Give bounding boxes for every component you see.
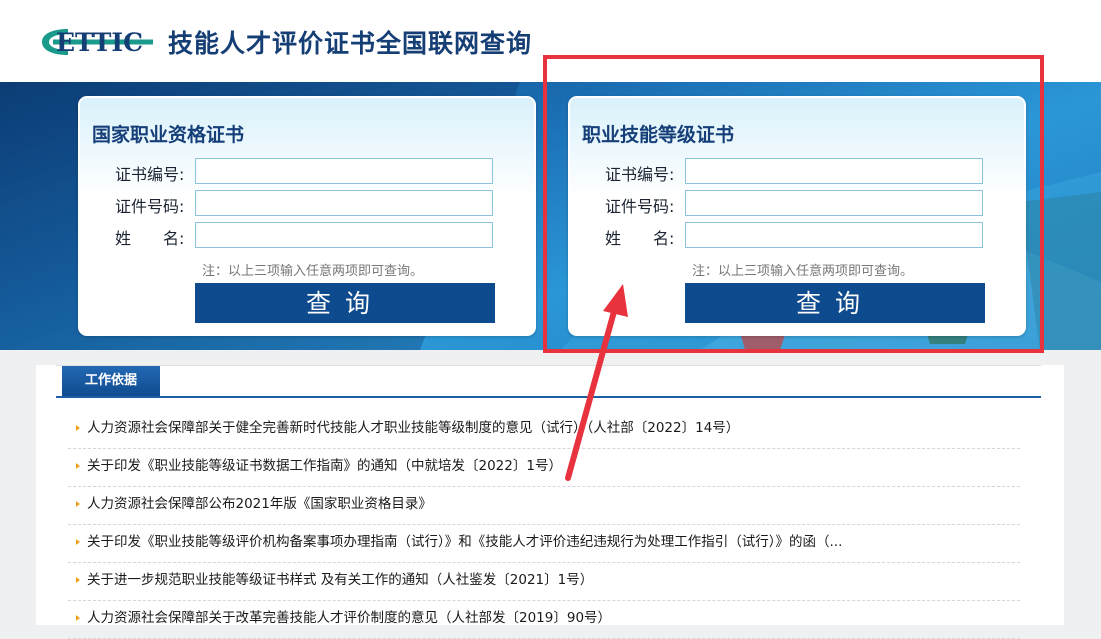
work-basis-section: 工作依据 人力资源社会保障部关于健全完善新时代技能人才职业技能等级制度的意见（试… [36, 365, 1064, 639]
ettic-logo: ETTIC [42, 28, 153, 57]
list-item-link[interactable]: 关于印发《职业技能等级评价机构备案事项办理指南（试行）》和《技能人才评价违纪违规… [87, 534, 842, 550]
section-tab-bar: 工作依据 [56, 365, 1041, 398]
document-list: 人力资源社会保障部关于健全完善新时代技能人才职业技能等级制度的意见（试行）（人社… [68, 411, 1020, 639]
list-item[interactable]: 关于印发《职业技能等级证书数据工作指南》的通知（中就培发〔2022〕1号） [68, 449, 1020, 487]
list-item[interactable]: 人力资源社会保障部关于健全完善新时代技能人才职业技能等级制度的意见（试行）（人社… [68, 411, 1020, 449]
bullet-icon [76, 501, 80, 507]
cert-number-row: 证书编号: [115, 158, 535, 186]
cert-number-label: 证书编号: [115, 165, 185, 184]
bullet-icon [76, 539, 80, 545]
bullet-icon [76, 463, 80, 469]
bullet-icon [76, 425, 80, 431]
name-row: 姓 名: [115, 222, 535, 250]
logo-text: ETTIC [56, 28, 143, 57]
card-title: 国家职业资格证书 [92, 124, 245, 146]
tab-work-basis[interactable]: 工作依据 [62, 366, 160, 396]
query-note: 注：以上三项输入任意两项即可查询。 [202, 264, 424, 279]
annotation-highlight-box [543, 55, 1044, 353]
list-item-link[interactable]: 关于印发《职业技能等级证书数据工作指南》的通知（中就培发〔2022〕1号） [87, 458, 562, 474]
site-title: 技能人才评价证书全国联网查询 [168, 29, 533, 58]
national-certificate-card: 国家职业资格证书 证书编号: 证件号码: 姓 名: 注：以上三项输入任意两项即可… [78, 96, 536, 336]
name-label: 姓 名: [115, 229, 185, 248]
id-number-input[interactable] [195, 190, 493, 216]
id-number-row: 证件号码: [115, 190, 535, 218]
list-item-link[interactable]: 人力资源社会保障部关于改革完善技能人才评价制度的意见（人社部发〔2019〕90号… [87, 610, 611, 626]
cert-number-input[interactable] [195, 158, 493, 184]
query-button[interactable]: 查询 [195, 283, 495, 323]
list-item[interactable]: 关于印发《职业技能等级评价机构备案事项办理指南（试行）》和《技能人才评价违纪违规… [68, 525, 1020, 563]
list-item-link[interactable]: 人力资源社会保障部公布2021年版《国家职业资格目录》 [87, 496, 432, 512]
list-item[interactable]: 人力资源社会保障部关于改革完善技能人才评价制度的意见（人社部发〔2019〕90号… [68, 601, 1020, 639]
list-item[interactable]: 关于进一步规范职业技能等级证书样式 及有关工作的通知（人社鉴发〔2021〕1号） [68, 563, 1020, 601]
list-item[interactable]: 人力资源社会保障部公布2021年版《国家职业资格目录》 [68, 487, 1020, 525]
list-item-link[interactable]: 人力资源社会保障部关于健全完善新时代技能人才职业技能等级制度的意见（试行）（人社… [87, 420, 739, 436]
id-number-label: 证件号码: [115, 197, 185, 216]
list-item-link[interactable]: 关于进一步规范职业技能等级证书样式 及有关工作的通知（人社鉴发〔2021〕1号） [87, 572, 593, 588]
name-input[interactable] [195, 222, 493, 248]
bullet-icon [76, 577, 80, 583]
